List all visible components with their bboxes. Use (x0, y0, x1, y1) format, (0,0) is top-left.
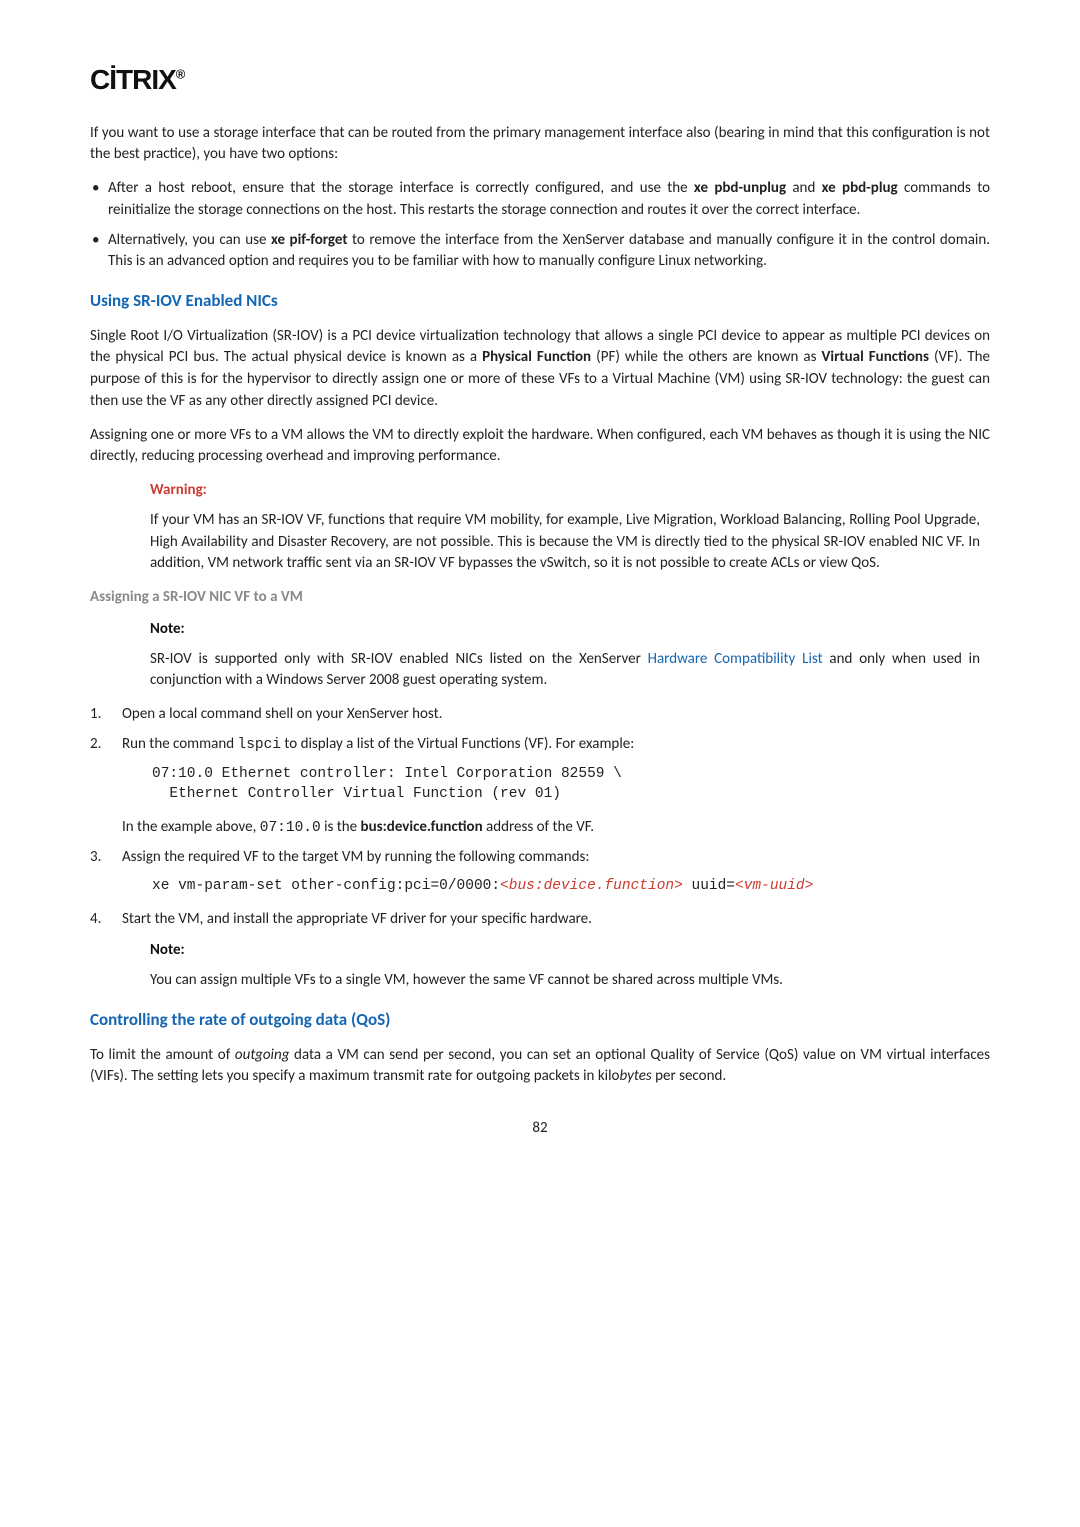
warning-block: Warning: If your VM has an SR-IOV VF, fu… (150, 480, 980, 575)
assign-heading: Assigning a SR-IOV NIC VF to a VM (90, 587, 990, 609)
steps-list: Open a local command shell on your XenSe… (90, 704, 990, 992)
sriov-p2: Assigning one or more VFs to a VM allows… (90, 425, 990, 469)
note-body: You can assign multiple VFs to a single … (150, 970, 980, 992)
intro-paragraph: If you want to use a storage interface t… (90, 123, 990, 167)
logo-trademark: ® (176, 67, 185, 82)
sriov-p1: Single Root I/O Virtualization (SR-IOV) … (90, 326, 990, 413)
step-item: Assign the required VF to the target VM … (90, 847, 990, 897)
hcl-link[interactable]: Hardware Compatibility List (648, 650, 823, 668)
sriov-heading: Using SR-IOV Enabled NICs (90, 289, 990, 314)
page-number: 82 (90, 1118, 990, 1140)
note-body: SR-IOV is supported only with SR-IOV ena… (150, 649, 980, 693)
code-block: 07:10.0 Ethernet controller: Intel Corpo… (152, 764, 990, 805)
step-item: Start the VM, and install the appropriat… (90, 909, 990, 992)
list-item: Alternatively, you can use xe pif-forget… (90, 230, 990, 274)
citrix-logo: CİTRIX® (90, 60, 990, 101)
logo-text: CİTRIX (90, 64, 176, 95)
note-title: Note: (150, 619, 980, 641)
note-block: Note: You can assign multiple VFs to a s… (150, 940, 980, 992)
step-item: Open a local command shell on your XenSe… (90, 704, 990, 726)
options-list: After a host reboot, ensure that the sto… (90, 178, 990, 273)
code-block: xe vm-param-set other-config:pci=0/0000:… (152, 876, 990, 896)
qos-heading: Controlling the rate of outgoing data (Q… (90, 1008, 990, 1033)
step-item: Run the command lspci to display a list … (90, 734, 990, 839)
warning-title: Warning: (150, 480, 980, 502)
note-title: Note: (150, 940, 980, 962)
warning-body: If your VM has an SR-IOV VF, functions t… (150, 510, 980, 575)
list-item: After a host reboot, ensure that the sto… (90, 178, 990, 222)
note-block: Note: SR-IOV is supported only with SR-I… (150, 619, 980, 692)
qos-p1: To limit the amount of outgoing data a V… (90, 1045, 990, 1089)
